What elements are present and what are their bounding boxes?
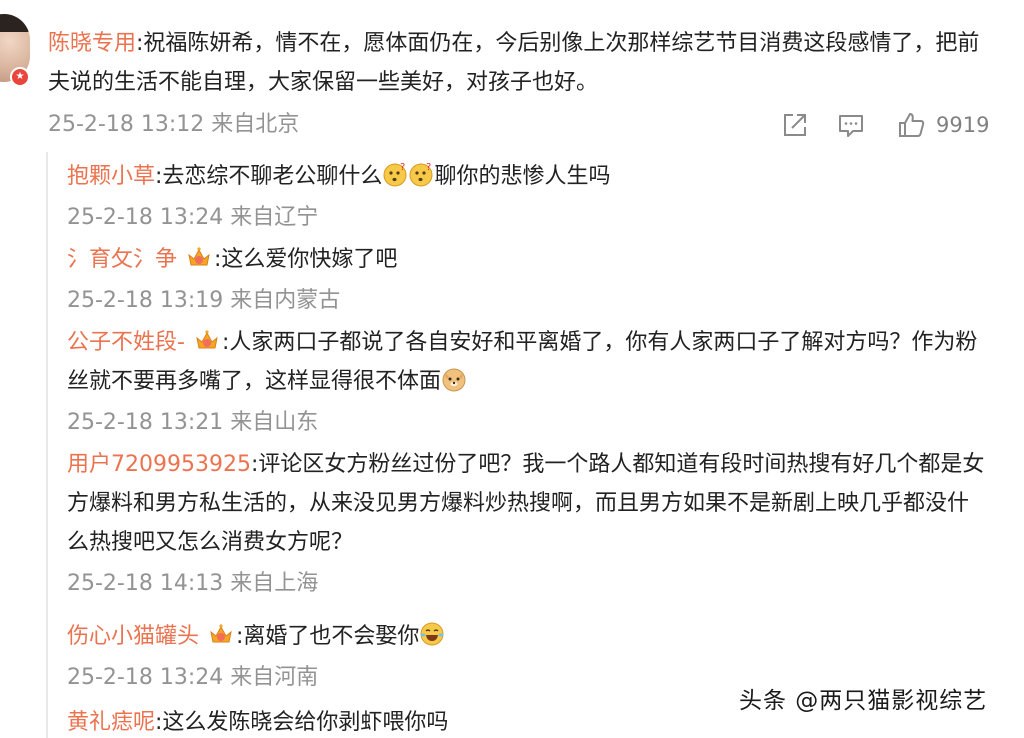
share-icon[interactable] xyxy=(780,110,810,140)
laughing-tears-emoji-icon xyxy=(420,622,444,646)
main-comment-meta: 25-2-18 13:12 来自北京 xyxy=(48,112,300,137)
reply-item: 氵育攵氵争 :这么爱你快嫁了吧 25-2-18 13:19 来自内蒙古 xyxy=(67,240,987,321)
reply-meta: 25-2-18 13:21 来自山东 xyxy=(67,410,319,435)
main-comment-text: :祝福陈妍希，情不在，愿体面仍在，今后别像上次那样综艺节目消费这段感情了，把前夫… xyxy=(48,31,980,95)
crown-badge-icon xyxy=(188,247,210,266)
reply-text: :这么发陈晓会给你剥虾喂你吗 xyxy=(155,710,449,735)
verified-badge-icon: ★ xyxy=(10,67,30,87)
reply-item: 用户7209953925:评论区女方粉丝过份了吧？我一个路人都知道有段时间热搜有… xyxy=(67,445,987,604)
reply-username[interactable]: 黄礼痣呢 xyxy=(67,710,155,735)
like-count: 9919 xyxy=(936,113,990,137)
reply-thread: 抱颗小草:去恋综不聊老公聊什么?? 聊你的悲惨人生吗 25-2-18 13:24 … xyxy=(46,152,1024,738)
reply-username[interactable]: 抱颗小草 xyxy=(67,164,155,189)
main-comment-username[interactable]: 陈晓专用 xyxy=(48,31,136,56)
like-icon[interactable] xyxy=(896,110,926,140)
reply-text: 聊你的悲惨人生吗 xyxy=(434,164,611,189)
puzzled-face-emoji-icon: ? xyxy=(409,162,433,187)
comment-actions: 9919 xyxy=(780,105,989,145)
main-comment: 陈晓专用:祝福陈妍希，情不在，愿体面仍在，今后别像上次那样综艺节目消费这段感情了… xyxy=(48,24,993,102)
reply-username[interactable]: 公子不姓段- xyxy=(67,330,185,355)
watermark: 头条 @两只猫影视综艺 xyxy=(739,688,988,714)
reply-item: 抱颗小草:去恋综不聊老公聊什么?? 聊你的悲惨人生吗 25-2-18 13:24 … xyxy=(67,157,987,238)
crown-badge-icon xyxy=(196,330,218,349)
avatar-hair xyxy=(0,14,30,32)
puzzled-face-emoji-icon: ? xyxy=(383,162,407,187)
reply-username[interactable]: 氵育攵氵争 xyxy=(67,247,177,272)
reply-text: :离婚了也不会娶你 xyxy=(236,624,420,649)
reply-username[interactable]: 伤心小猫罐头 xyxy=(67,624,199,649)
crown-badge-icon xyxy=(210,624,232,643)
reply-meta: 25-2-18 14:13 来自上海 xyxy=(67,571,319,596)
comment-icon[interactable] xyxy=(836,110,866,140)
reply-text: :去恋综不聊老公聊什么 xyxy=(155,164,383,189)
reply-text: :这么爱你快嫁了吧 xyxy=(214,247,398,272)
reply-username[interactable]: 用户7209953925 xyxy=(67,452,251,477)
svg-text:?: ? xyxy=(400,162,405,173)
reply-item: 公子不姓段- :人家两口子都说了各自安好和平离婚了，你有人家两口子了解对方吗？作… xyxy=(67,323,987,443)
doge-emoji-icon xyxy=(442,368,466,392)
reply-meta: 25-2-18 13:19 来自内蒙古 xyxy=(67,288,341,313)
reply-meta: 25-2-18 13:24 来自辽宁 xyxy=(67,205,319,230)
comment-thread-page: ★ 陈晓专用:祝福陈妍希，情不在，愿体面仍在，今后别像上次那样综艺节目消费这段感… xyxy=(0,0,1024,738)
svg-text:?: ? xyxy=(426,162,431,173)
